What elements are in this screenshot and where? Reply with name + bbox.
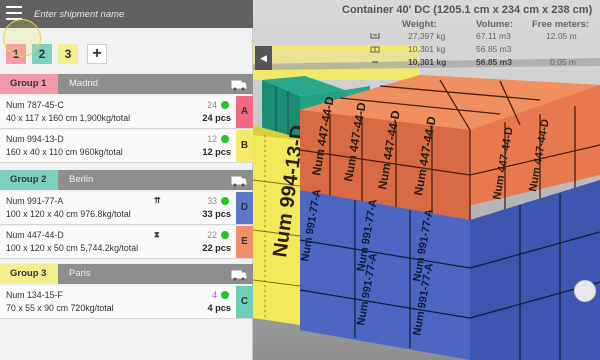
status-dot [221,231,229,239]
item-dims: 40 x 117 x 160 cm 1,900kg/total [6,113,131,123]
item-count: 4 [212,290,217,300]
item-dims: 100 x 120 x 50 cm 5,744.2kg/total [6,243,139,253]
crane-icon [370,33,380,39]
row3-volume: 56.85 m3 [476,57,512,67]
group-city: Paris [69,268,91,279]
group-label: Group 3 [0,264,58,284]
box-load-icon [370,46,380,53]
item-letter: B [236,130,253,162]
add-group-button[interactable]: + [87,44,107,64]
top-bar [0,0,253,28]
item-letter: E [236,226,253,258]
status-dot [221,135,229,143]
menu-icon[interactable] [6,6,22,20]
this-side-up-icon: ⇈ [154,196,161,205]
shipment-panel: 1 2 3 + Group 1 Madrid Num 787-45-C 40 x… [0,0,253,360]
row2-volume: 56.85 m3 [476,44,512,54]
rotate-view-button[interactable] [574,280,596,302]
item-count: 33 [207,196,217,206]
item-count: 24 [207,100,217,110]
free-meters-header: Free meters: [532,19,590,30]
item-pcs: 24 pcs [202,113,231,123]
list-item[interactable]: Num 787-45-C 40 x 117 x 160 cm 1,900kg/t… [0,96,253,129]
group-header-2[interactable]: Group 2 Berlin [0,170,253,190]
list-item[interactable]: Num 134-15-F 70 x 55 x 90 cm 720kg/total… [0,286,253,319]
item-dims: 100 x 120 x 40 cm 976.8kg/total [6,209,131,219]
item-name: Num 447-44-D [6,230,64,240]
item-count: 12 [207,134,217,144]
row1-weight: 27,397 kg [408,31,446,41]
item-name: Num 994-13-D [6,134,64,144]
load-truck-icon[interactable] [231,173,247,187]
row3-weight: 10,301 kg [408,57,447,67]
item-dims: 160 x 40 x 110 cm 960kg/total [6,147,123,157]
container-info-panel: Container 40' DC (1205.1 cm x 234 cm x 2… [318,0,600,76]
container-title: Container 40' DC (1205.1 cm x 234 cm x 2… [342,4,593,16]
group-header-3[interactable]: Group 3 Paris [0,264,253,284]
item-pcs: 33 pcs [202,209,231,219]
list-item[interactable]: Num 994-13-D 160 x 40 x 110 cm 960kg/tot… [0,130,253,163]
volume-header: Volume: [476,19,513,30]
item-letter: D [236,192,253,224]
load-truck-icon[interactable] [231,77,247,91]
item-count: 22 [207,230,217,240]
group-tabs: 1 2 3 + [0,40,253,66]
item-pcs: 12 pcs [202,147,231,157]
item-letter: C [236,286,253,318]
item-dims: 70 x 55 x 90 cm 720kg/total [6,303,114,313]
group-header-1[interactable]: Group 1 Madrid [0,74,253,94]
list-item[interactable]: Num 447-44-D 100 x 120 x 50 cm 5,744.2kg… [0,226,253,259]
weight-header: Weight: [402,19,437,30]
item-pcs: 4 pcs [207,303,232,313]
status-dot [221,101,229,109]
tab-group-2[interactable]: 2 [32,44,52,64]
group-city: Madrid [69,78,99,89]
row3-free: 0.05 m [550,57,576,67]
collapse-panel-button[interactable]: ◀ [255,46,272,70]
sum-icon [372,61,378,63]
item-name: Num 787-45-C [6,100,64,110]
item-name: Num 991-77-A [6,196,64,206]
app-window: Num 994-13-D Num 447-44-D Num 447-44-D N… [0,0,600,360]
group-label: Group 1 [0,74,58,94]
item-letter: A [236,96,253,128]
shipment-name-input[interactable] [34,7,234,21]
row1-free: 12.05 m [546,31,577,41]
status-dot [221,291,229,299]
status-dot [221,197,229,205]
fragile-icon: ⧗ [154,230,160,239]
item-pcs: 22 pcs [202,243,231,253]
list-item[interactable]: Num 991-77-A 100 x 120 x 40 cm 976.8kg/t… [0,192,253,225]
group-city: Berlin [69,174,94,185]
row1-volume: 67.11 m3 [476,31,511,41]
item-name: Num 134-15-F [6,290,63,300]
tab-group-1[interactable]: 1 [6,44,26,64]
load-truck-icon[interactable] [231,267,247,281]
row2-weight: 10,301 kg [408,44,446,54]
tab-group-3[interactable]: 3 [58,44,78,64]
group-label: Group 2 [0,170,58,190]
